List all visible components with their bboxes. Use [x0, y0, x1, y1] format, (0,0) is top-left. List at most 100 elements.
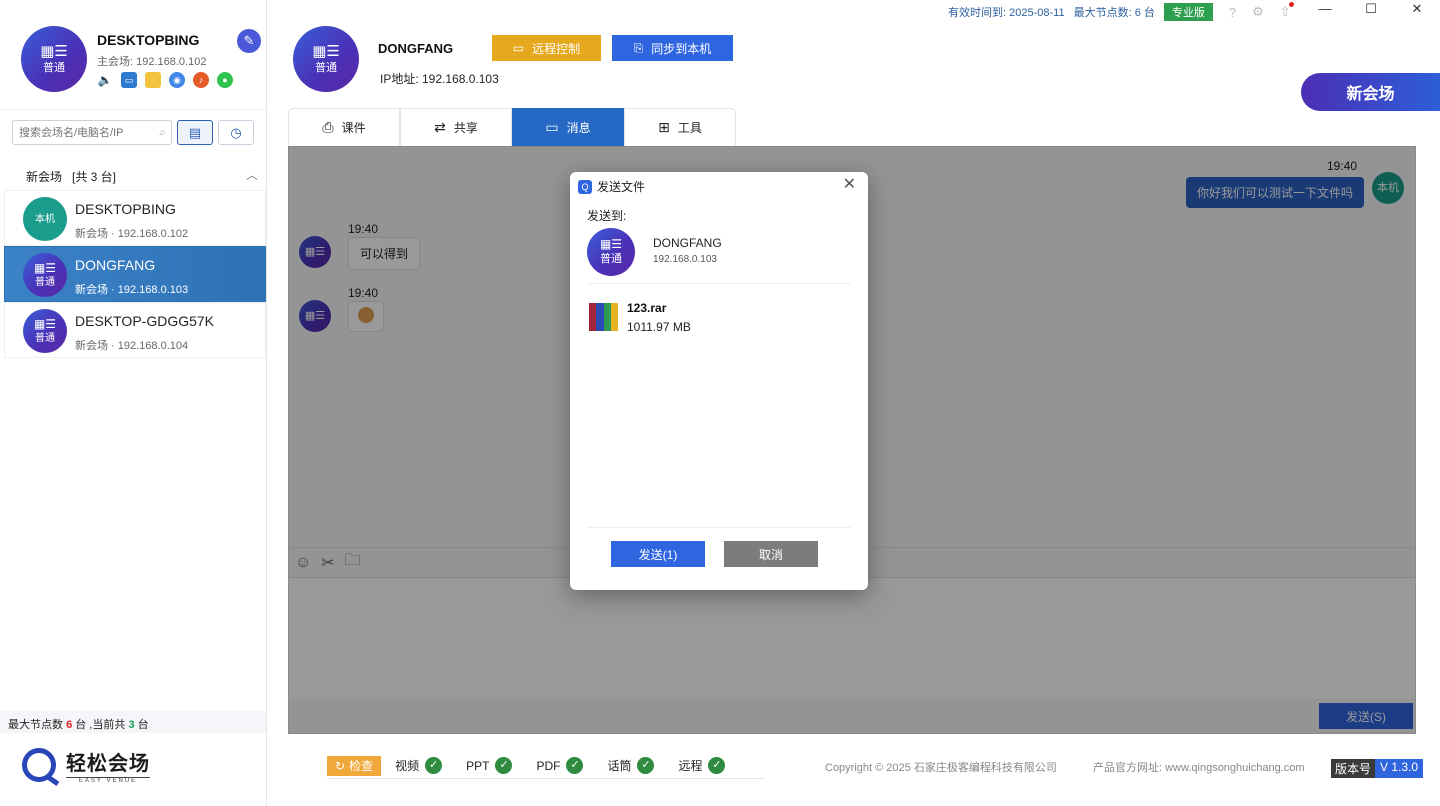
check-ok-icon: ✓	[637, 757, 655, 774]
music-icon[interactable]: ♪	[193, 72, 209, 88]
search-input[interactable]	[13, 121, 171, 144]
left-panel: ▦☰ 普通 DESKTOPBING 主会场: 192.168.0.102 🔈 ▭…	[0, 0, 267, 806]
check-ppt: PPT ✓	[466, 757, 513, 774]
self-status-icons: 🔈 ▭ ◉ ♪ ●	[97, 72, 233, 88]
top-status-bar: 有效时间到: 2025-08-11 最大节点数: 6 台 专业版 ? ⚙ ⇧	[948, 2, 1294, 21]
check-remote: 远程 ✓	[678, 757, 726, 774]
tools-grid-icon: ⊞	[658, 119, 670, 135]
courseware-icon: ⎙	[322, 119, 334, 135]
check-ok-icon: ✓	[425, 757, 443, 774]
check-video: 视频 ✓	[395, 757, 443, 774]
device-avatar: ▦☰ 普通	[23, 253, 67, 297]
recipient-ip: 192.168.0.103	[653, 254, 717, 265]
browser-icon[interactable]: ◉	[169, 72, 185, 88]
tab-tools[interactable]: ⊞ 工具	[624, 108, 736, 146]
grid-list-icon: ▦☰	[33, 260, 57, 275]
chevron-up-icon[interactable]: ︿	[246, 166, 258, 183]
device-ip: 新会场 · 192.168.0.102	[75, 228, 189, 240]
peer-ip: IP地址: 192.168.0.103	[380, 72, 499, 86]
device-ip: 新会场 · 192.168.0.103	[75, 284, 189, 296]
peer-avatar: ▦☰ 普通	[293, 26, 359, 92]
recipient-name: DONGFANG	[653, 236, 722, 250]
send-file-dialog: Q 发送文件 ✕ 发送到: ▦☰ 普通 DONGFANG 192.168.0.1…	[570, 172, 868, 590]
divider	[587, 527, 851, 528]
dialog-title: Q 发送文件	[578, 178, 645, 195]
rar-file-icon	[589, 303, 618, 331]
app-icon: Q	[578, 179, 592, 194]
check-ok-icon: ✓	[566, 757, 584, 774]
check-ok-icon: ✓	[495, 757, 513, 774]
grid-list-icon: ▦☰	[312, 42, 340, 60]
self-name: DESKTOPBING	[97, 32, 200, 48]
search-row: ⌕ ▤ ◷	[12, 120, 254, 146]
device-name: DESKTOP-GDGG57K	[75, 313, 215, 329]
website-link[interactable]: 产品官方网址: www.qingsonghuichang.com	[1093, 759, 1305, 775]
device-item-self[interactable]: 本机 DESKTOPBING 新会场 · 192.168.0.102	[4, 190, 266, 246]
search-icon[interactable]: ⌕	[159, 125, 166, 140]
send-file-button[interactable]: 发送(1)	[611, 541, 705, 567]
check-ok-icon: ✓	[708, 757, 726, 774]
history-button[interactable]: ◷	[218, 120, 254, 145]
node-info: 最大节点数 6 台 ,当前共 3 台	[0, 711, 266, 733]
check-mic: 话筒 ✓	[607, 757, 655, 774]
cancel-button[interactable]: 取消	[724, 541, 818, 567]
file-size: 1011.97 MB	[627, 320, 691, 334]
group-header[interactable]: 新会场 [共 3 台] ︿	[0, 158, 266, 190]
sync-to-local-button[interactable]: ⎘ 同步到本机	[612, 35, 733, 61]
minimize-icon[interactable]: —	[1302, 0, 1348, 20]
mute-icon[interactable]: 🔈	[97, 72, 113, 88]
monitor-icon: ▭	[512, 41, 525, 55]
monitor-icon[interactable]: ▭	[121, 72, 137, 88]
window-controls: — ☐ ✕	[1302, 0, 1440, 20]
check-button[interactable]: ↻ 检查	[327, 755, 382, 776]
device-name: DESKTOPBING	[75, 201, 176, 217]
status-checks: ↻ 检查 视频 ✓ PPT ✓ PDF ✓ 话筒 ✓ 远程 ✓	[327, 755, 766, 779]
sync-file-icon: ⎘	[633, 40, 644, 55]
self-card: ▦☰ 普通 DESKTOPBING 主会场: 192.168.0.102 🔈 ▭…	[0, 0, 267, 110]
check-pdf: PDF ✓	[536, 757, 584, 774]
file-name: 123.rar	[627, 301, 667, 315]
app-logo: 轻松会场 EASY VENUE	[22, 745, 150, 785]
tab-share[interactable]: ⇄ 共享	[400, 108, 512, 146]
self-main-venue: 主会场: 192.168.0.102	[97, 56, 207, 68]
remote-control-button[interactable]: ▭ 远程控制	[492, 35, 601, 61]
share-folder-icon: ⇄	[434, 119, 446, 135]
folder-icon[interactable]	[145, 72, 161, 88]
list-view-icon: ▤	[188, 124, 202, 140]
divider	[587, 283, 851, 284]
device-item-desktop-gdgg57k[interactable]: ▦☰ 普通 DESKTOP-GDGG57K 新会场 · 192.168.0.10…	[4, 302, 266, 358]
logo-title: 轻松会场	[66, 752, 150, 775]
logo-q-icon	[22, 748, 56, 782]
device-ip: 新会场 · 192.168.0.104	[75, 340, 189, 352]
new-session-button[interactable]: 新会场	[1301, 73, 1440, 111]
version-badge: 版本号 V 1.3.0	[1331, 759, 1424, 778]
help-icon[interactable]: ?	[1229, 5, 1236, 20]
upgrade-icon[interactable]: ⇧	[1280, 2, 1294, 20]
message-icon: ▭	[545, 119, 559, 135]
logo-subtitle: EASY VENUE	[66, 776, 150, 784]
wechat-icon[interactable]: ●	[217, 72, 233, 88]
close-icon[interactable]: ✕	[843, 174, 856, 194]
edit-icon[interactable]: ✎	[237, 29, 261, 53]
maximize-icon[interactable]: ☐	[1348, 0, 1394, 20]
close-icon[interactable]: ✕	[1394, 0, 1440, 20]
refresh-icon: ↻	[335, 758, 346, 773]
copyright: Copyright © 2025 石家庄极客编程科技有限公司	[825, 762, 1057, 774]
self-avatar[interactable]: ▦☰ 普通	[21, 26, 87, 92]
grid-list-icon: ▦☰	[40, 42, 68, 60]
max-nodes-text: 最大节点数: 6 台	[1073, 7, 1155, 19]
device-name: DONGFANG	[75, 257, 156, 273]
tab-message[interactable]: ▭ 消息	[512, 108, 624, 146]
edition-badge: 专业版	[1163, 3, 1213, 21]
search-box[interactable]: ⌕	[12, 120, 172, 145]
tab-courseware[interactable]: ⎙ 课件	[288, 108, 400, 146]
device-avatar: 本机	[23, 197, 67, 241]
device-avatar: ▦☰ 普通	[23, 309, 67, 353]
tab-bar: ⎙ 课件 ⇄ 共享 ▭ 消息 ⊞ 工具	[288, 108, 736, 146]
list-view-button[interactable]: ▤	[177, 120, 213, 145]
device-item-dongfang[interactable]: ▦☰ 普通 DONGFANG 新会场 · 192.168.0.103	[4, 246, 266, 302]
settings-icon[interactable]: ⚙	[1252, 4, 1264, 20]
validity-text: 有效时间到: 2025-08-11	[948, 7, 1065, 19]
send-to-label: 发送到:	[587, 209, 627, 223]
group-title: 新会场 [共 3 台]	[26, 170, 117, 184]
